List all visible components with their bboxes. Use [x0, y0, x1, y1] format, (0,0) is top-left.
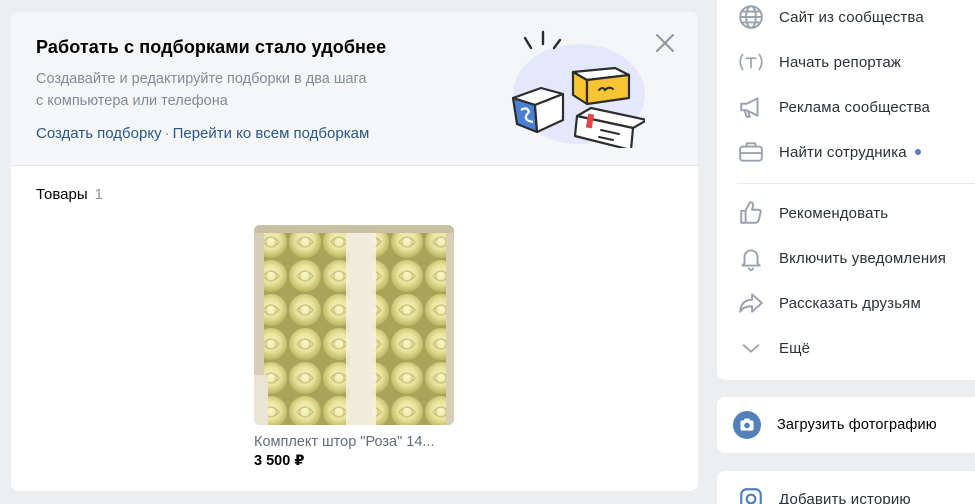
broadcast-icon [737, 48, 765, 76]
product-name[interactable]: Комплект штор "Роза" 14... [254, 434, 454, 450]
menu-item-find-employee[interactable]: Найти сотрудника [717, 130, 975, 174]
collections-promo-banner: Работать с подборками стало удобнее Созд… [11, 12, 698, 166]
globe-icon [737, 3, 765, 31]
briefcase-icon [737, 138, 765, 166]
menu-item-recommend[interactable]: Рекомендовать [717, 191, 975, 235]
thumb-up-icon [737, 199, 765, 227]
new-badge-dot [914, 148, 921, 155]
add-story-card: Добавить историю [717, 471, 975, 504]
collections-card: Работать с подборками стало удобнее Созд… [11, 12, 698, 491]
goods-title: Товары [36, 186, 88, 203]
product-image[interactable] [254, 225, 454, 425]
camera-icon [733, 411, 761, 439]
menu-item-label: Включить уведомления [779, 249, 947, 267]
menu-item-more[interactable]: Ещё [717, 326, 975, 370]
bell-icon [737, 244, 765, 272]
menu-item-community-site[interactable]: Сайт из сообщества [717, 0, 975, 39]
upload-photo-card: Загрузить фотографию [717, 397, 975, 453]
create-collection-link[interactable]: Создать подборку [36, 125, 162, 142]
promo-description-line2: с компьютера или телефона [36, 93, 228, 109]
link-separator: · [164, 125, 170, 142]
goods-count: 1 [94, 186, 103, 203]
menu-item-label: Реклама сообщества [779, 98, 931, 116]
megaphone-icon [737, 93, 765, 121]
promo-description-line1: Создавайте и редактируйте подборки в два… [36, 71, 367, 87]
close-icon[interactable] [653, 31, 677, 55]
menu-item-label: Найти сотрудника [779, 144, 921, 161]
promo-links: Создать подборку · Перейти ко всем подборк… [36, 125, 369, 142]
menu-item-label: Рассказать друзьям [779, 294, 921, 312]
menu-item-share[interactable]: Рассказать друзьям [717, 281, 975, 325]
add-story-button[interactable]: Добавить историю [717, 477, 975, 504]
upload-photo-label: Загрузить фотографию [777, 417, 937, 433]
collections-boxes-illustration [511, 30, 645, 148]
promo-title: Работать с подборками стало удобнее [36, 37, 387, 57]
product-price: 3 500 ₽ [254, 453, 305, 469]
story-camera-icon [737, 485, 765, 504]
menu-item-label: Начать репортаж [779, 53, 902, 71]
add-story-label: Добавить историю [779, 490, 911, 504]
menu-item-label: Сайт из сообщества [779, 8, 924, 26]
community-actions-menu: Сайт из сообщества Начать репортаж Рекла… [717, 0, 975, 380]
product-card[interactable]: Комплект штор "Роза" 14... 3 500 ₽ [254, 225, 454, 469]
upload-photo-button[interactable]: Загрузить фотографию [717, 403, 975, 447]
menu-item-community-ads[interactable]: Реклама сообщества [717, 85, 975, 129]
menu-item-label: Ещё [779, 339, 811, 357]
menu-item-start-broadcast[interactable]: Начать репортаж [717, 40, 975, 84]
share-icon [737, 289, 765, 317]
promo-description: Создавайте и редактируйте подборки в два… [36, 68, 436, 112]
yellow-roses-curtains [254, 225, 454, 425]
menu-item-enable-notifications[interactable]: Включить уведомления [717, 236, 975, 280]
menu-divider [737, 183, 975, 184]
all-collections-link[interactable]: Перейти ко всем подборкам [173, 125, 370, 142]
goods-header[interactable]: Товары 1 [36, 186, 103, 203]
chevron-down-icon [737, 334, 765, 362]
menu-item-text: Найти сотрудника [779, 143, 907, 161]
menu-item-label: Рекомендовать [779, 204, 889, 222]
